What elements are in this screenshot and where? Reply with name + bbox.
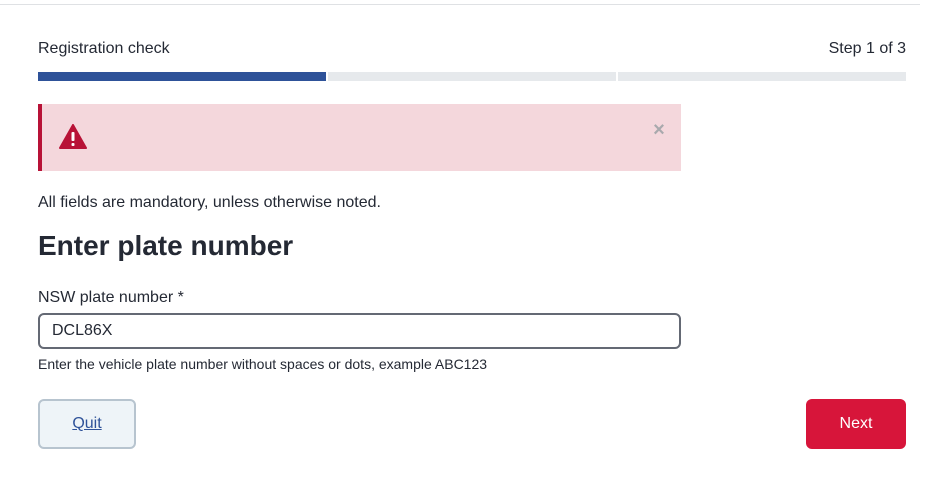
error-alert: × [38,104,681,171]
quit-button[interactable]: Quit [38,399,136,449]
progress-bar [38,72,906,81]
progress-segment-step-2 [328,72,616,81]
progress-header: Registration check Step 1 of 3 [38,40,906,62]
plate-number-label: NSW plate number * [38,289,184,306]
warning-triangle-icon [59,124,87,150]
plate-number-input[interactable] [38,313,681,349]
close-icon[interactable]: × [652,120,666,140]
next-button[interactable]: Next [806,399,906,449]
progress-segment-step-3 [618,72,906,81]
top-divider [0,0,920,5]
plate-number-help-text: Enter the vehicle plate number without s… [38,356,488,372]
mandatory-fields-note: All fields are mandatory, unless otherwi… [38,194,381,211]
page-heading: Enter plate number [38,230,294,261]
progress-segment-step-1 [38,72,326,81]
progress-step-indicator: Step 1 of 3 [828,40,906,57]
progress-title: Registration check [38,40,170,57]
